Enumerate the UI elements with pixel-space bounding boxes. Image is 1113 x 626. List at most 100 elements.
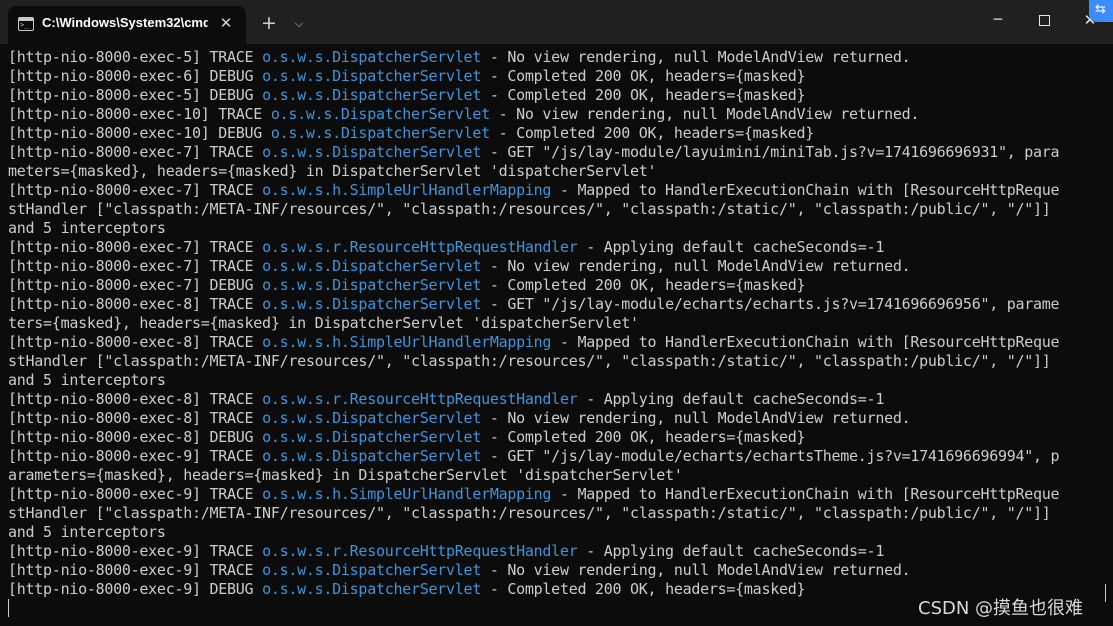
log-text: - Completed 200 OK, headers={masked} xyxy=(481,428,806,446)
console-line: [http-nio-8000-exec-5] TRACE o.s.w.s.Dis… xyxy=(8,48,1098,67)
logger-name: o.s.w.s.r.ResourceHttpRequestHandler xyxy=(262,238,578,256)
log-text: - GET "/js/lay-module/echarts/echarts.js… xyxy=(481,295,1060,313)
log-text: - Mapped to HandlerExecutionChain with [… xyxy=(551,333,1060,351)
log-text: - GET "/js/lay-module/layuimini/miniTab.… xyxy=(481,143,1060,161)
logger-name: o.s.w.s.DispatcherServlet xyxy=(262,428,482,446)
log-text: [http-nio-8000-exec-8] TRACE xyxy=(8,333,263,351)
log-text: - No view rendering, null ModelAndView r… xyxy=(481,409,911,427)
console-line: [http-nio-8000-exec-9] TRACE o.s.w.s.Dis… xyxy=(8,447,1098,466)
log-text: [http-nio-8000-exec-9] TRACE xyxy=(8,542,263,560)
console-line: [http-nio-8000-exec-7] TRACE o.s.w.s.h.S… xyxy=(8,181,1098,200)
log-text: [http-nio-8000-exec-5] TRACE xyxy=(8,48,263,66)
console-line: stHandler ["classpath:/META-INF/resource… xyxy=(8,352,1098,371)
logger-name: o.s.w.s.DispatcherServlet xyxy=(262,561,482,579)
log-text: - Applying default cacheSeconds=-1 xyxy=(577,542,885,560)
console-line: [http-nio-8000-exec-5] DEBUG o.s.w.s.Dis… xyxy=(8,86,1098,105)
log-text: [http-nio-8000-exec-9] TRACE xyxy=(8,561,263,579)
console-line: [http-nio-8000-exec-8] TRACE o.s.w.s.Dis… xyxy=(8,409,1098,428)
new-tab-button[interactable]: + xyxy=(255,12,283,36)
log-text: [http-nio-8000-exec-8] DEBUG xyxy=(8,428,263,446)
log-text: - No view rendering, null ModelAndView r… xyxy=(489,105,920,123)
console-line: [http-nio-8000-exec-8] TRACE o.s.w.s.r.R… xyxy=(8,390,1098,409)
console-output[interactable]: [http-nio-8000-exec-5] TRACE o.s.w.s.Dis… xyxy=(8,48,1098,620)
profile-dropdown-icon[interactable]: ⌵ xyxy=(287,12,311,36)
log-text: - Completed 200 OK, headers={masked} xyxy=(481,86,806,104)
terminal-icon xyxy=(18,17,34,31)
log-text: - Mapped to HandlerExecutionChain with [… xyxy=(551,485,1060,503)
translate-badge-icon[interactable]: ⇆ xyxy=(1089,0,1113,22)
log-text: - No view rendering, null ModelAndView r… xyxy=(481,561,911,579)
tab-close-icon[interactable]: ✕ xyxy=(214,11,238,35)
console-line: [http-nio-8000-exec-7] DEBUG o.s.w.s.Dis… xyxy=(8,276,1098,295)
log-text: - Completed 200 OK, headers={masked} xyxy=(489,124,815,142)
log-text: - No view rendering, null ModelAndView r… xyxy=(481,257,911,275)
minimize-button[interactable]: ─ xyxy=(975,0,1021,40)
maximize-icon xyxy=(1038,15,1050,26)
console-line: [http-nio-8000-exec-9] TRACE o.s.w.s.r.R… xyxy=(8,542,1098,561)
logger-name: o.s.w.s.r.ResourceHttpRequestHandler xyxy=(262,390,578,408)
console-line: [http-nio-8000-exec-7] TRACE o.s.w.s.r.R… xyxy=(8,238,1098,257)
log-text: - Mapped to HandlerExecutionChain with [… xyxy=(551,181,1060,199)
title-bar: C:\Windows\System32\cmd.e ✕ + ⌵ ─ ✕ ⇆ xyxy=(0,0,1113,44)
logger-name: o.s.w.s.h.SimpleUrlHandlerMapping xyxy=(262,181,552,199)
logger-name: o.s.w.s.DispatcherServlet xyxy=(262,67,482,85)
console-line: and 5 interceptors xyxy=(8,371,1098,390)
log-text: stHandler ["classpath:/META-INF/resource… xyxy=(8,352,1051,370)
log-text: - Completed 200 OK, headers={masked} xyxy=(481,276,806,294)
logger-name: o.s.w.s.DispatcherServlet xyxy=(270,124,490,142)
maximize-button[interactable] xyxy=(1021,0,1067,40)
log-text: [http-nio-8000-exec-9] TRACE xyxy=(8,485,263,503)
console-line: [http-nio-8000-exec-8] TRACE o.s.w.s.Dis… xyxy=(8,295,1098,314)
log-text: [http-nio-8000-exec-8] TRACE xyxy=(8,295,263,313)
logger-name: o.s.w.s.DispatcherServlet xyxy=(262,143,482,161)
logger-name: o.s.w.s.r.ResourceHttpRequestHandler xyxy=(262,542,578,560)
log-text: and 5 interceptors xyxy=(8,219,166,237)
console-line: [http-nio-8000-exec-9] TRACE o.s.w.s.Dis… xyxy=(8,561,1098,580)
logger-name: o.s.w.s.DispatcherServlet xyxy=(262,257,482,275)
logger-name: o.s.w.s.DispatcherServlet xyxy=(262,86,482,104)
logger-name: o.s.w.s.h.SimpleUrlHandlerMapping xyxy=(262,485,552,503)
log-text: ters={masked}, headers={masked} in Dispa… xyxy=(8,314,639,332)
log-text: [http-nio-8000-exec-7] TRACE xyxy=(8,238,263,256)
console-line: [http-nio-8000-exec-6] DEBUG o.s.w.s.Dis… xyxy=(8,67,1098,86)
logger-name: o.s.w.s.DispatcherServlet xyxy=(262,580,482,598)
log-text: [http-nio-8000-exec-9] TRACE xyxy=(8,447,263,465)
console-line: [http-nio-8000-exec-7] TRACE o.s.w.s.Dis… xyxy=(8,143,1098,162)
console-line: ters={masked}, headers={masked} in Dispa… xyxy=(8,314,1098,333)
log-text: [http-nio-8000-exec-8] TRACE xyxy=(8,390,263,408)
log-text: meters={masked}, headers={masked} in Dis… xyxy=(8,162,657,180)
log-text: - GET "/js/lay-module/echarts/echartsThe… xyxy=(481,447,1060,465)
console-line: [http-nio-8000-exec-8] TRACE o.s.w.s.h.S… xyxy=(8,333,1098,352)
logger-name: o.s.w.s.DispatcherServlet xyxy=(262,276,482,294)
tab-title: C:\Windows\System32\cmd.e xyxy=(42,15,208,30)
console-line: and 5 interceptors xyxy=(8,523,1098,542)
log-text: [http-nio-8000-exec-10] TRACE xyxy=(8,105,271,123)
log-text: [http-nio-8000-exec-7] DEBUG xyxy=(8,276,263,294)
console-line: [http-nio-8000-exec-10] DEBUG o.s.w.s.Di… xyxy=(8,124,1098,143)
logger-name: o.s.w.s.DispatcherServlet xyxy=(262,409,482,427)
log-text: [http-nio-8000-exec-6] DEBUG xyxy=(8,67,263,85)
console-line: arameters={masked}, headers={masked} in … xyxy=(8,466,1098,485)
console-line: [http-nio-8000-exec-7] TRACE o.s.w.s.Dis… xyxy=(8,257,1098,276)
terminal-tab[interactable]: C:\Windows\System32\cmd.e ✕ xyxy=(8,6,246,44)
log-text: [http-nio-8000-exec-10] DEBUG xyxy=(8,124,271,142)
log-text: stHandler ["classpath:/META-INF/resource… xyxy=(8,504,1051,522)
log-text: and 5 interceptors xyxy=(8,371,166,389)
log-text: [http-nio-8000-exec-8] TRACE xyxy=(8,409,263,427)
log-text: [http-nio-8000-exec-7] TRACE xyxy=(8,143,263,161)
log-text: [http-nio-8000-exec-5] DEBUG xyxy=(8,86,263,104)
log-text: and 5 interceptors xyxy=(8,523,166,541)
console-line: stHandler ["classpath:/META-INF/resource… xyxy=(8,200,1098,219)
text-cursor xyxy=(8,599,9,617)
logger-name: o.s.w.s.DispatcherServlet xyxy=(262,295,482,313)
logger-name: o.s.w.s.h.SimpleUrlHandlerMapping xyxy=(262,333,552,351)
watermark: CSDN @摸鱼也很难 xyxy=(918,598,1084,619)
log-text: [http-nio-8000-exec-7] TRACE xyxy=(8,181,263,199)
log-text: - Applying default cacheSeconds=-1 xyxy=(577,390,885,408)
logger-name: o.s.w.s.DispatcherServlet xyxy=(262,447,482,465)
console-line: [http-nio-8000-exec-9] TRACE o.s.w.s.h.S… xyxy=(8,485,1098,504)
console-line: meters={masked}, headers={masked} in Dis… xyxy=(8,162,1098,181)
log-text: [http-nio-8000-exec-7] TRACE xyxy=(8,257,263,275)
log-text: [http-nio-8000-exec-9] DEBUG xyxy=(8,580,263,598)
console-line: stHandler ["classpath:/META-INF/resource… xyxy=(8,504,1098,523)
